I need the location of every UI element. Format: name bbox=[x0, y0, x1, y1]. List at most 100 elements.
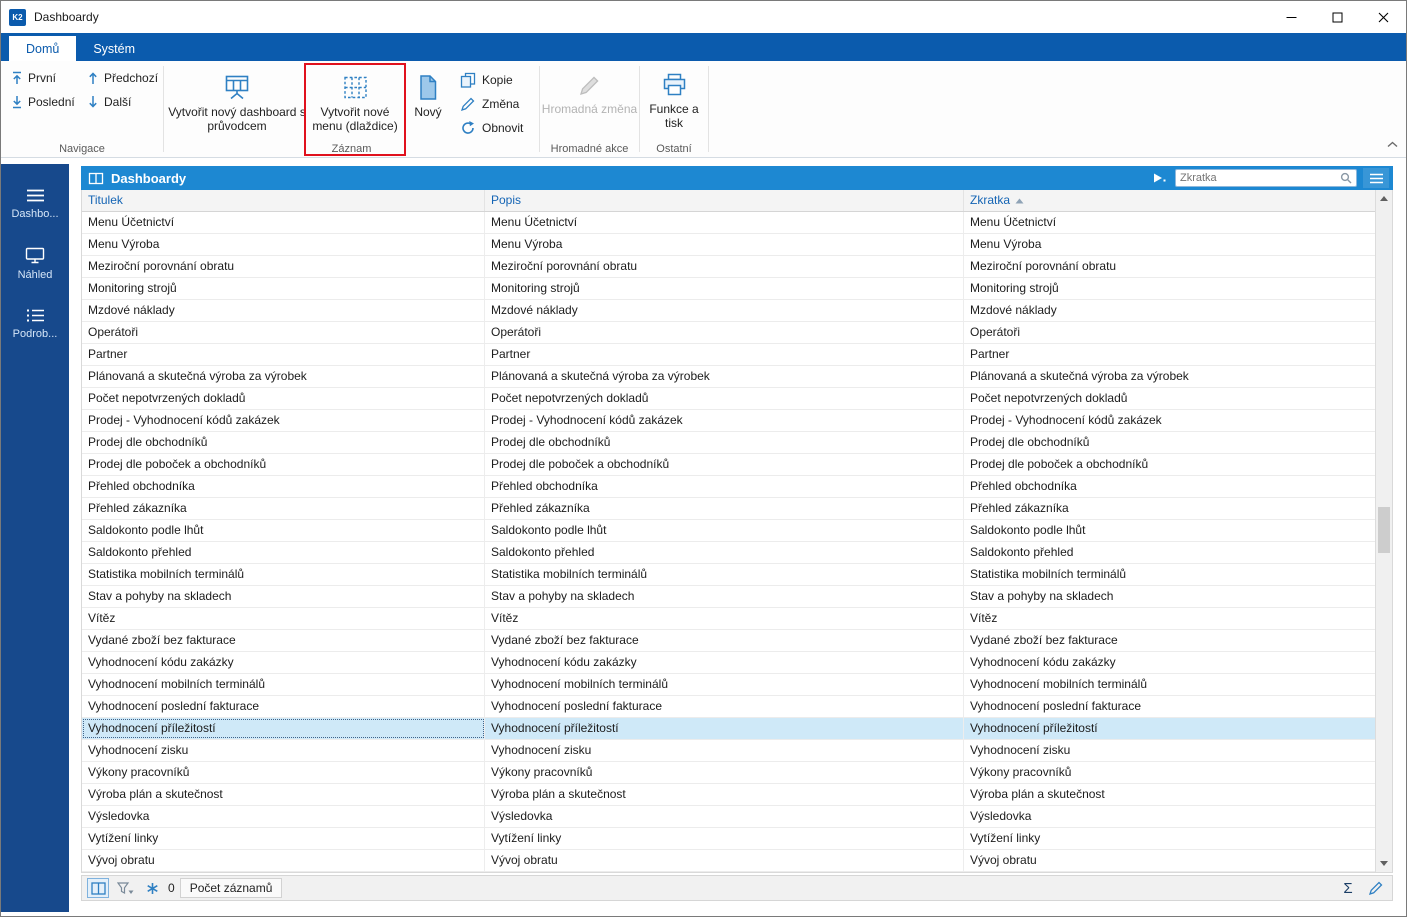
cell-titulek: Prodej dle poboček a obchodníků bbox=[82, 454, 485, 475]
maximize-button[interactable] bbox=[1314, 1, 1360, 33]
tab-domu[interactable]: Domů bbox=[9, 36, 77, 61]
cell-popis: Výroba plán a skutečnost bbox=[485, 784, 964, 805]
table-row[interactable]: Menu Účetnictví Menu Účetnictví Menu Úče… bbox=[82, 212, 1375, 234]
scroll-down-button[interactable] bbox=[1376, 855, 1392, 872]
filter-button[interactable] bbox=[114, 878, 136, 898]
sidebar-item-dashboardy[interactable]: Dashbo... bbox=[1, 174, 69, 234]
minimize-button[interactable] bbox=[1268, 1, 1314, 33]
details-list-icon bbox=[26, 309, 44, 322]
cell-titulek: Výroba plán a skutečnost bbox=[82, 784, 485, 805]
table-row[interactable]: Stav a pohyby na skladech Stav a pohyby … bbox=[82, 586, 1375, 608]
nav-first-button[interactable]: První bbox=[11, 71, 75, 85]
table-row[interactable]: Výroba plán a skutečnost Výroba plán a s… bbox=[82, 784, 1375, 806]
cell-popis: Vítěz bbox=[485, 608, 964, 629]
table-row[interactable]: Monitoring strojů Monitoring strojů Moni… bbox=[82, 278, 1375, 300]
cell-titulek: Plánovaná a skutečná výroba za výrobek bbox=[82, 366, 485, 387]
cell-zkratka: Vyhodnocení příležitostí bbox=[970, 721, 1098, 735]
scrollbar-track[interactable] bbox=[1376, 207, 1392, 855]
tab-system[interactable]: Systém bbox=[76, 36, 152, 61]
table-row[interactable]: Vyhodnocení zisku Vyhodnocení zisku Vyho… bbox=[82, 740, 1375, 762]
sum-button[interactable]: Σ bbox=[1336, 880, 1360, 897]
table-row[interactable]: Saldokonto přehled Saldokonto přehled Sa… bbox=[82, 542, 1375, 564]
table-row[interactable]: Výkony pracovníků Výkony pracovníků Výko… bbox=[82, 762, 1375, 784]
table-row[interactable]: Menu Výroba Menu Výroba Menu Výroba bbox=[82, 234, 1375, 256]
table-row[interactable]: Partner Partner Partner bbox=[82, 344, 1375, 366]
cell-zkratka: Saldokonto podle lhůt bbox=[970, 523, 1086, 537]
column-header-popis[interactable]: Popis bbox=[485, 190, 964, 211]
cell-titulek: Vyhodnocení kódu zakázky bbox=[82, 652, 485, 673]
arrow-up-bar-icon bbox=[13, 71, 21, 84]
cell-titulek: Vítěz bbox=[82, 608, 485, 629]
column-headers: Titulek Popis Zkratka bbox=[82, 190, 1375, 212]
copy-icon bbox=[460, 72, 476, 88]
table-row[interactable]: Vydané zboží bez fakturace Vydané zboží … bbox=[82, 630, 1375, 652]
table-row[interactable]: Vytížení linky Vytížení linky Vytížení l… bbox=[82, 828, 1375, 850]
column-header-zkratka[interactable]: Zkratka bbox=[964, 190, 1375, 211]
table-row[interactable]: Prodej dle poboček a obchodníků Prodej d… bbox=[82, 454, 1375, 476]
functions-print-button[interactable]: Funkce a tisk bbox=[640, 61, 708, 130]
cell-popis: Stav a pohyby na skladech bbox=[485, 586, 964, 607]
sidebar-item-podrobnosti[interactable]: Podrob... bbox=[1, 294, 69, 354]
cell-titulek: Operátoři bbox=[82, 322, 485, 343]
cell-zkratka: Partner bbox=[970, 347, 1010, 361]
change-button[interactable]: Změna bbox=[460, 92, 538, 116]
window-controls bbox=[1268, 1, 1406, 33]
cell-zkratka: Vítěz bbox=[970, 611, 998, 625]
column-header-titulek[interactable]: Titulek bbox=[82, 190, 485, 211]
cell-zkratka: Vyhodnocení mobilních terminálů bbox=[970, 677, 1147, 691]
sidebar-item-nahled[interactable]: Náhled bbox=[1, 234, 69, 294]
table-row[interactable]: Prodej dle obchodníků Prodej dle obchodn… bbox=[82, 432, 1375, 454]
table-row[interactable]: Výsledovka Výsledovka Výsledovka bbox=[82, 806, 1375, 828]
cell-popis: Vyhodnocení kódu zakázky bbox=[485, 652, 964, 673]
table-row[interactable]: Vyhodnocení mobilních terminálů Vyhodnoc… bbox=[82, 674, 1375, 696]
cell-zkratka: Vydané zboží bez fakturace bbox=[970, 633, 1118, 647]
close-button[interactable] bbox=[1360, 1, 1406, 33]
search-icon bbox=[1340, 172, 1352, 184]
table-row[interactable]: Mzdové náklady Mzdové náklady Mzdové nák… bbox=[82, 300, 1375, 322]
table-row[interactable]: Vítěz Vítěz Vítěz bbox=[82, 608, 1375, 630]
ribbon-group-zaznam: Vytvořit nový dashboard s průvodcem Vytv… bbox=[164, 61, 539, 157]
search-input[interactable] bbox=[1180, 172, 1340, 184]
bulk-change-button[interactable]: Hromadná změna bbox=[540, 61, 639, 116]
table-row[interactable]: Počet nepotvrzených dokladů Počet nepotv… bbox=[82, 388, 1375, 410]
columns-view-button[interactable] bbox=[87, 878, 109, 898]
k2-logo-icon: K2 bbox=[9, 8, 26, 26]
scroll-up-button[interactable] bbox=[1376, 190, 1392, 207]
nav-next-button[interactable]: Další bbox=[87, 95, 163, 109]
table-row[interactable]: Prodej - Vyhodnocení kódů zakázek Prodej… bbox=[82, 410, 1375, 432]
table-row[interactable]: Meziroční porovnání obratu Meziroční por… bbox=[82, 256, 1375, 278]
panel-title: Dashboardy bbox=[111, 170, 187, 186]
vertical-scrollbar[interactable] bbox=[1375, 190, 1392, 872]
record-count-button[interactable]: Počet záznamů bbox=[179, 878, 283, 898]
scrollbar-thumb[interactable] bbox=[1378, 507, 1390, 553]
table-row[interactable]: Vývoj obratu Vývoj obratu Vývoj obratu bbox=[82, 850, 1375, 872]
table-row[interactable]: Plánovaná a skutečná výroba za výrobek P… bbox=[82, 366, 1375, 388]
titlebar: K2 Dashboardy bbox=[1, 1, 1406, 33]
table-row[interactable]: Vyhodnocení poslední fakturace Vyhodnoce… bbox=[82, 696, 1375, 718]
table-row[interactable]: Vyhodnocení příležitostí Vyhodnocení pří… bbox=[82, 718, 1375, 740]
cell-zkratka: Prodej - Vyhodnocení kódů zakázek bbox=[970, 413, 1162, 427]
cell-zkratka: Přehled obchodníka bbox=[970, 479, 1077, 493]
table-row[interactable]: Přehled obchodníka Přehled obchodníka Př… bbox=[82, 476, 1375, 498]
k2-logo-text: K2 bbox=[12, 12, 23, 22]
nav-last-button[interactable]: Poslední bbox=[11, 95, 75, 109]
table-row[interactable]: Saldokonto podle lhůt Saldokonto podle l… bbox=[82, 520, 1375, 542]
cell-titulek: Vytížení linky bbox=[82, 828, 485, 849]
collapse-ribbon-button[interactable] bbox=[1387, 135, 1398, 153]
functions-print-label: Funkce a tisk bbox=[649, 102, 699, 130]
cell-zkratka: Plánovaná a skutečná výroba za výrobek bbox=[970, 369, 1189, 383]
nav-previous-button[interactable]: Předchozí bbox=[87, 71, 163, 85]
refresh-button[interactable]: Obnovit bbox=[460, 116, 538, 140]
table-row[interactable]: Operátoři Operátoři Operátoři bbox=[82, 322, 1375, 344]
freeze-filter-button[interactable] bbox=[141, 878, 163, 898]
expand-panel-button[interactable] bbox=[1153, 173, 1166, 183]
table-row[interactable]: Statistika mobilních terminálů Statistik… bbox=[82, 564, 1375, 586]
copy-button[interactable]: Kopie bbox=[460, 68, 538, 92]
table-menu-button[interactable] bbox=[1363, 168, 1389, 188]
cell-titulek: Vyhodnocení příležitostí bbox=[82, 718, 485, 739]
table-row[interactable]: Vyhodnocení kódu zakázky Vyhodnocení kód… bbox=[82, 652, 1375, 674]
table-row[interactable]: Přehled zákazníka Přehled zákazníka Přeh… bbox=[82, 498, 1375, 520]
cell-popis: Menu Výroba bbox=[485, 234, 964, 255]
cell-popis: Prodej - Vyhodnocení kódů zakázek bbox=[485, 410, 964, 431]
edit-button[interactable] bbox=[1365, 878, 1387, 898]
